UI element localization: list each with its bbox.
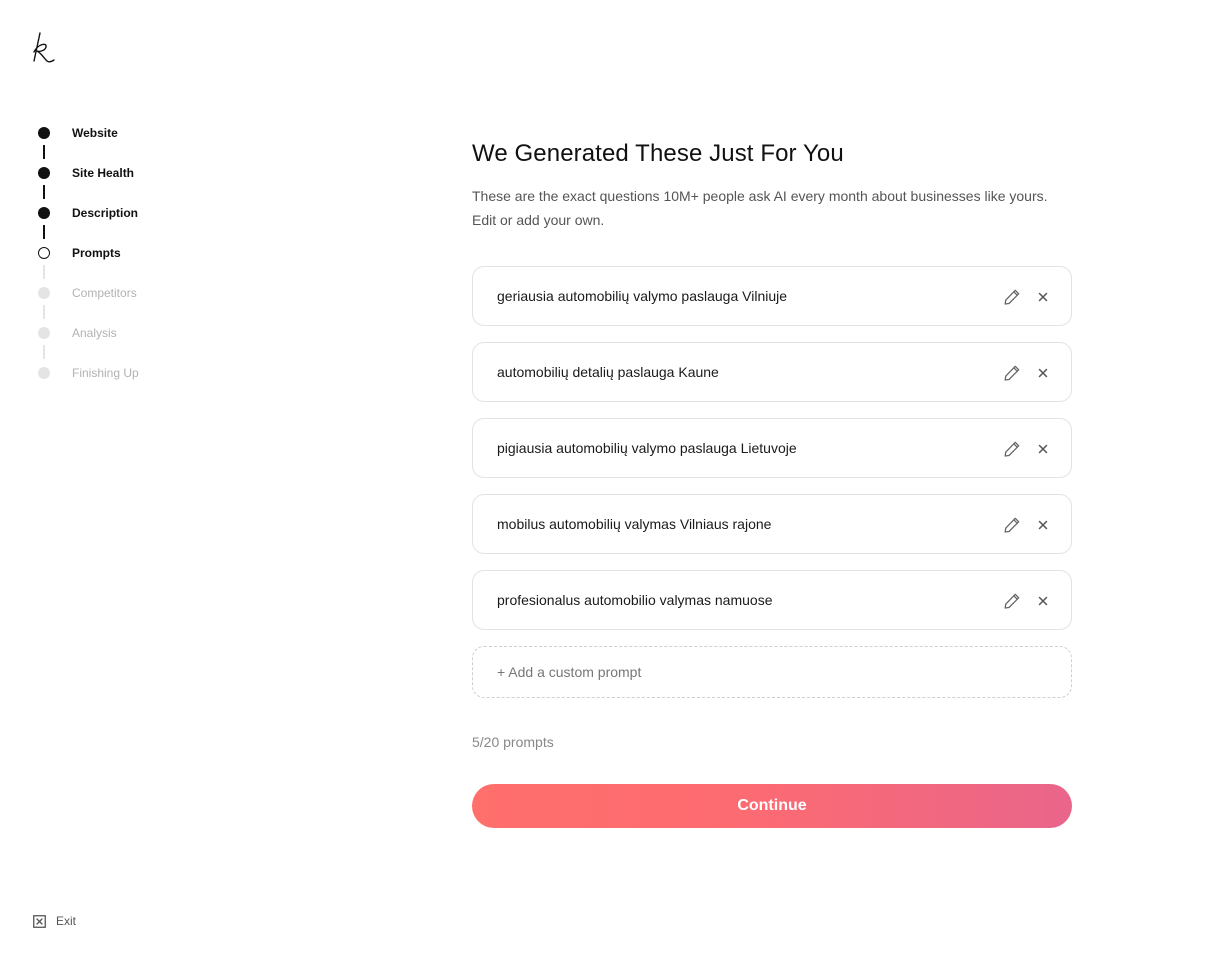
step-description: Description bbox=[38, 206, 138, 220]
step-connector bbox=[43, 305, 45, 319]
step-connector bbox=[43, 345, 45, 359]
step-competitors: Competitors bbox=[38, 286, 137, 300]
step-label-site-health: Site Health bbox=[72, 166, 135, 180]
prompt-text: geriausia automobilių valymo paslauga Vi… bbox=[497, 288, 788, 304]
prompt-card[interactable]: automobilių detalių paslauga Kaune bbox=[472, 342, 1072, 402]
add-custom-prompt-button[interactable]: + Add a custom prompt bbox=[472, 646, 1072, 698]
step-dot-done bbox=[38, 167, 50, 179]
close-icon[interactable] bbox=[1037, 519, 1049, 531]
onboarding-page: Website Site Health Description Prompts … bbox=[0, 0, 1224, 968]
pencil-icon[interactable] bbox=[1003, 440, 1021, 458]
step-connector bbox=[43, 265, 45, 279]
prompt-card[interactable]: pigiausia automobilių valymo paslauga Li… bbox=[472, 418, 1072, 478]
step-dot-current bbox=[38, 247, 50, 259]
step-dot-pending bbox=[38, 367, 50, 379]
step-analysis: Analysis bbox=[38, 326, 117, 340]
step-label-prompts: Prompts bbox=[72, 246, 121, 260]
prompt-card[interactable]: profesionalus automobilio valymas namuos… bbox=[472, 570, 1072, 630]
main-content: We Generated These Just For You These ar… bbox=[472, 138, 1072, 828]
step-dot-done bbox=[38, 207, 50, 219]
step-connector bbox=[43, 145, 45, 159]
logo-icon[interactable] bbox=[30, 30, 58, 64]
step-dot-pending bbox=[38, 287, 50, 299]
step-connector bbox=[43, 185, 45, 199]
pencil-icon[interactable] bbox=[1003, 516, 1021, 534]
prompt-card[interactable]: mobilus automobilių valymas Vilniaus raj… bbox=[472, 494, 1072, 554]
step-label-description: Description bbox=[72, 206, 139, 220]
exit-label: Exit bbox=[56, 914, 77, 928]
step-label-website: Website bbox=[72, 126, 118, 140]
prompt-list: geriausia automobilių valymo paslauga Vi… bbox=[472, 266, 1072, 630]
prompt-text: automobilių detalių paslauga Kaune bbox=[497, 364, 719, 380]
step-prompts: Prompts bbox=[38, 246, 121, 260]
step-dot-done bbox=[38, 127, 50, 139]
continue-button[interactable]: Continue bbox=[472, 784, 1072, 828]
pencil-icon[interactable] bbox=[1003, 364, 1021, 382]
step-label-analysis: Analysis bbox=[72, 326, 117, 340]
prompt-card[interactable]: geriausia automobilių valymo paslauga Vi… bbox=[472, 266, 1072, 326]
prompt-text: profesionalus automobilio valymas namuos… bbox=[497, 592, 773, 608]
exit-box-icon bbox=[33, 914, 46, 928]
step-finishing-up: Finishing Up bbox=[38, 366, 139, 380]
step-dot-pending bbox=[38, 327, 50, 339]
prompt-text: mobilus automobilių valymas Vilniaus raj… bbox=[497, 516, 772, 532]
prompt-count: 5/20 prompts bbox=[472, 734, 554, 750]
pencil-icon[interactable] bbox=[1003, 592, 1021, 610]
close-icon[interactable] bbox=[1037, 291, 1049, 303]
close-icon[interactable] bbox=[1037, 443, 1049, 455]
step-label-finishing-up: Finishing Up bbox=[72, 366, 139, 380]
step-site-health: Site Health bbox=[38, 166, 134, 180]
step-label-competitors: Competitors bbox=[72, 286, 137, 300]
page-title: We Generated These Just For You bbox=[472, 140, 844, 167]
exit-button[interactable]: Exit bbox=[33, 914, 76, 928]
close-icon[interactable] bbox=[1037, 367, 1049, 379]
close-icon[interactable] bbox=[1037, 595, 1049, 607]
step-connector bbox=[43, 225, 45, 239]
page-subtitle: These are the exact questions 10M+ peopl… bbox=[472, 188, 1048, 228]
prompt-text: pigiausia automobilių valymo paslauga Li… bbox=[497, 440, 797, 456]
pencil-icon[interactable] bbox=[1003, 288, 1021, 306]
step-website: Website bbox=[38, 126, 118, 140]
